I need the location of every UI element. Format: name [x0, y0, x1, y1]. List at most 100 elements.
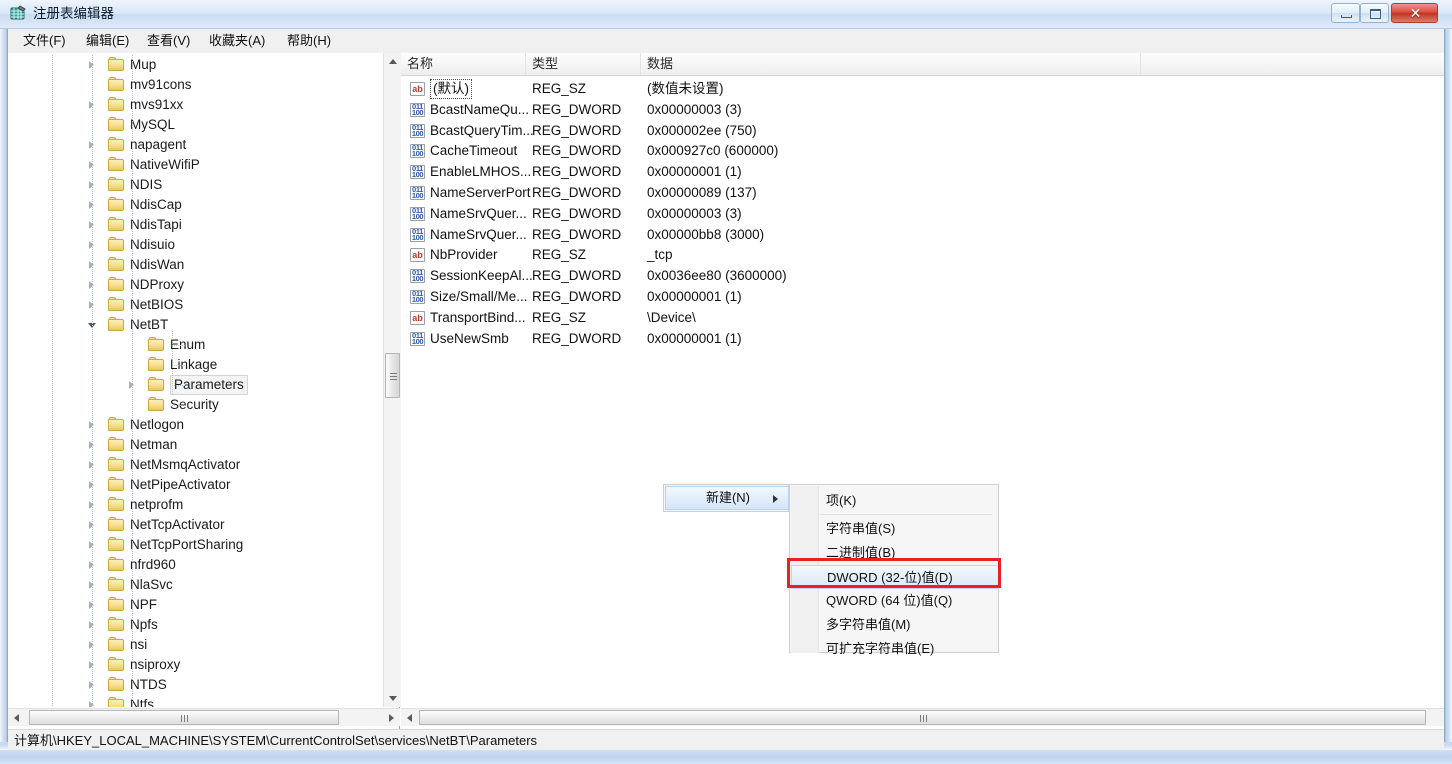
tree-expand-icon[interactable] [88, 139, 98, 151]
tree-item-nfrd960[interactable]: nfrd960 [12, 555, 384, 575]
column-header-data[interactable]: 数据 [641, 53, 1141, 75]
menu-view[interactable]: 查看(V) [138, 29, 199, 53]
tree-expand-icon[interactable] [88, 179, 98, 191]
close-button[interactable]: ✕ [1391, 3, 1438, 23]
tree-expand-icon[interactable] [88, 619, 98, 631]
tree-item-nsi[interactable]: nsi [12, 635, 384, 655]
tree-item-netpipeactivator[interactable]: NetPipeActivator [12, 475, 384, 495]
tree-item-mv91cons[interactable]: mv91cons [12, 75, 384, 95]
tree-vertical-scrollbar[interactable] [383, 53, 401, 707]
table-row[interactable]: 011 100 UseNewSmb REG_DWORD 0x00000001 (1) [401, 329, 1444, 350]
table-row[interactable]: ab NbProvider REG_SZ _tcp [401, 245, 1444, 266]
tree-item-nettcpactivator[interactable]: NetTcpActivator [12, 515, 384, 535]
tree-horizontal-scrollbar[interactable] [8, 708, 400, 726]
minimize-button[interactable] [1331, 3, 1360, 23]
tree-expand-icon[interactable] [88, 99, 98, 111]
tree-item-npfs[interactable]: Npfs [12, 615, 384, 635]
tree-item-ndis[interactable]: NDIS [12, 175, 384, 195]
table-row[interactable]: ab (默认) REG_SZ (数值未设置) [401, 79, 1444, 100]
context-menu-item-5[interactable]: 多字符串值(M) [791, 613, 999, 637]
table-row[interactable]: 011 100 BcastNameQu... REG_DWORD 0x00000003 … [401, 100, 1444, 121]
menu-file[interactable]: 文件(F) [14, 29, 75, 53]
tree-item-ndistapi[interactable]: NdisTapi [12, 215, 384, 235]
tree-item-netbios[interactable]: NetBIOS [12, 295, 384, 315]
tree-item-ndisuio[interactable]: Ndisuio [12, 235, 384, 255]
tree-item-netmsmqactivator[interactable]: NetMsmqActivator [12, 455, 384, 475]
tree-expand-icon[interactable] [88, 659, 98, 671]
table-row[interactable]: 011 100 NameSrvQuer... REG_DWORD 0x00000bb8 … [401, 225, 1444, 246]
tree-expand-icon[interactable] [88, 239, 98, 251]
tree-item-ntds[interactable]: NTDS [12, 675, 384, 695]
registry-tree-pane[interactable]: Mup mv91cons mvs91xx MySQL napagent NativeWif… [8, 53, 401, 729]
tree-item-ndproxy[interactable]: NDProxy [12, 275, 384, 295]
tree-item-ntfs[interactable]: Ntfs [12, 695, 384, 707]
tree-expand-icon[interactable] [88, 159, 98, 171]
tree-expand-icon[interactable] [88, 419, 98, 431]
tree-expand-icon[interactable] [88, 199, 98, 211]
tree-item-ndiscap[interactable]: NdisCap [12, 195, 384, 215]
tree-item-security[interactable]: Security [12, 395, 384, 415]
tree-expand-icon[interactable] [88, 519, 98, 531]
context-menu-item-4[interactable]: QWORD (64 位)值(Q) [791, 589, 999, 613]
taskbar[interactable] [0, 749, 1452, 764]
tree-expand-icon[interactable] [88, 259, 98, 271]
tree-scroll-down-button[interactable] [384, 690, 401, 707]
menu-edit[interactable]: 编辑(E) [77, 29, 138, 53]
menu-favorites[interactable]: 收藏夹(A) [200, 29, 274, 53]
context-menu-item-6[interactable]: 可扩充字符串值(E) [791, 637, 999, 661]
tree-item-mup[interactable]: Mup [12, 55, 384, 75]
tree-item-enum[interactable]: Enum [12, 335, 384, 355]
tree-item-parameters[interactable]: Parameters [12, 375, 384, 395]
tree-expand-icon[interactable] [88, 459, 98, 471]
tree-expand-icon[interactable] [88, 219, 98, 231]
tree-collapse-icon[interactable] [88, 319, 98, 331]
list-horizontal-scrollbar[interactable] [401, 708, 1444, 726]
tree-scroll-right-button[interactable] [383, 709, 400, 726]
tree-item-netman[interactable]: Netman [12, 435, 384, 455]
tree-expand-icon[interactable] [128, 379, 138, 391]
table-row[interactable]: 011 100 CacheTimeout REG_DWORD 0x000927c0 (6… [401, 141, 1444, 162]
context-menu-item-1[interactable]: 字符串值(S) [791, 517, 999, 541]
tree-expand-icon[interactable] [88, 639, 98, 651]
tree-expand-icon[interactable] [88, 279, 98, 291]
tree-item-linkage[interactable]: Linkage [12, 355, 384, 375]
column-header-name[interactable]: 名称 [401, 53, 526, 75]
table-row[interactable]: 011 100 EnableLMHOS... REG_DWORD 0x00000001 … [401, 162, 1444, 183]
tree-hscroll-thumb[interactable] [29, 710, 339, 725]
context-menu-item-0[interactable]: 项(K) [791, 489, 999, 513]
tree-expand-icon[interactable] [88, 499, 98, 511]
tree-expand-icon[interactable] [88, 699, 98, 707]
tree-item-nativewifip[interactable]: NativeWifiP [12, 155, 384, 175]
tree-expand-icon[interactable] [88, 679, 98, 691]
tree-expand-icon[interactable] [88, 579, 98, 591]
list-hscroll-thumb[interactable] [419, 710, 1426, 725]
table-row[interactable]: 011 100 BcastQueryTim... REG_DWORD 0x000002e… [401, 121, 1444, 142]
tree-scroll-left-button[interactable] [8, 709, 25, 726]
tree-scroll-thumb[interactable] [385, 353, 400, 398]
tree-expand-icon[interactable] [88, 479, 98, 491]
tree-item-napagent[interactable]: napagent [12, 135, 384, 155]
tree-expand-icon[interactable] [88, 59, 98, 71]
tree-item-netprofm[interactable]: netprofm [12, 495, 384, 515]
list-scroll-left-button[interactable] [401, 709, 418, 726]
title-bar[interactable]: 注册表编辑器 ✕ [0, 0, 1452, 29]
tree-expand-icon[interactable] [88, 299, 98, 311]
tree-expand-icon[interactable] [88, 439, 98, 451]
table-row[interactable]: 011 100 NameServerPort REG_DWORD 0x00000089 … [401, 183, 1444, 204]
table-row[interactable]: ab TransportBind... REG_SZ \Device\ [401, 308, 1444, 329]
tree-item-nlasvc[interactable]: NlaSvc [12, 575, 384, 595]
tree-expand-icon[interactable] [88, 599, 98, 611]
tree-item-netlogon[interactable]: Netlogon [12, 415, 384, 435]
tree-item-npf[interactable]: NPF [12, 595, 384, 615]
tree-expand-icon[interactable] [88, 539, 98, 551]
tree-item-mvs91xx[interactable]: mvs91xx [12, 95, 384, 115]
tree-item-mysql[interactable]: MySQL [12, 115, 384, 135]
tree-item-nsiproxy[interactable]: nsiproxy [12, 655, 384, 675]
menu-help[interactable]: 帮助(H) [278, 29, 340, 53]
column-header-type[interactable]: 类型 [526, 53, 641, 75]
tree-item-ndiswan[interactable]: NdisWan [12, 255, 384, 275]
context-menu-item-new[interactable]: 新建(N) [665, 486, 789, 510]
tree-scroll-up-button[interactable] [384, 53, 401, 70]
table-row[interactable]: 011 100 Size/Small/Me... REG_DWORD 0x0000000… [401, 287, 1444, 308]
table-row[interactable]: 011 100 NameSrvQuer... REG_DWORD 0x00000003 … [401, 204, 1444, 225]
